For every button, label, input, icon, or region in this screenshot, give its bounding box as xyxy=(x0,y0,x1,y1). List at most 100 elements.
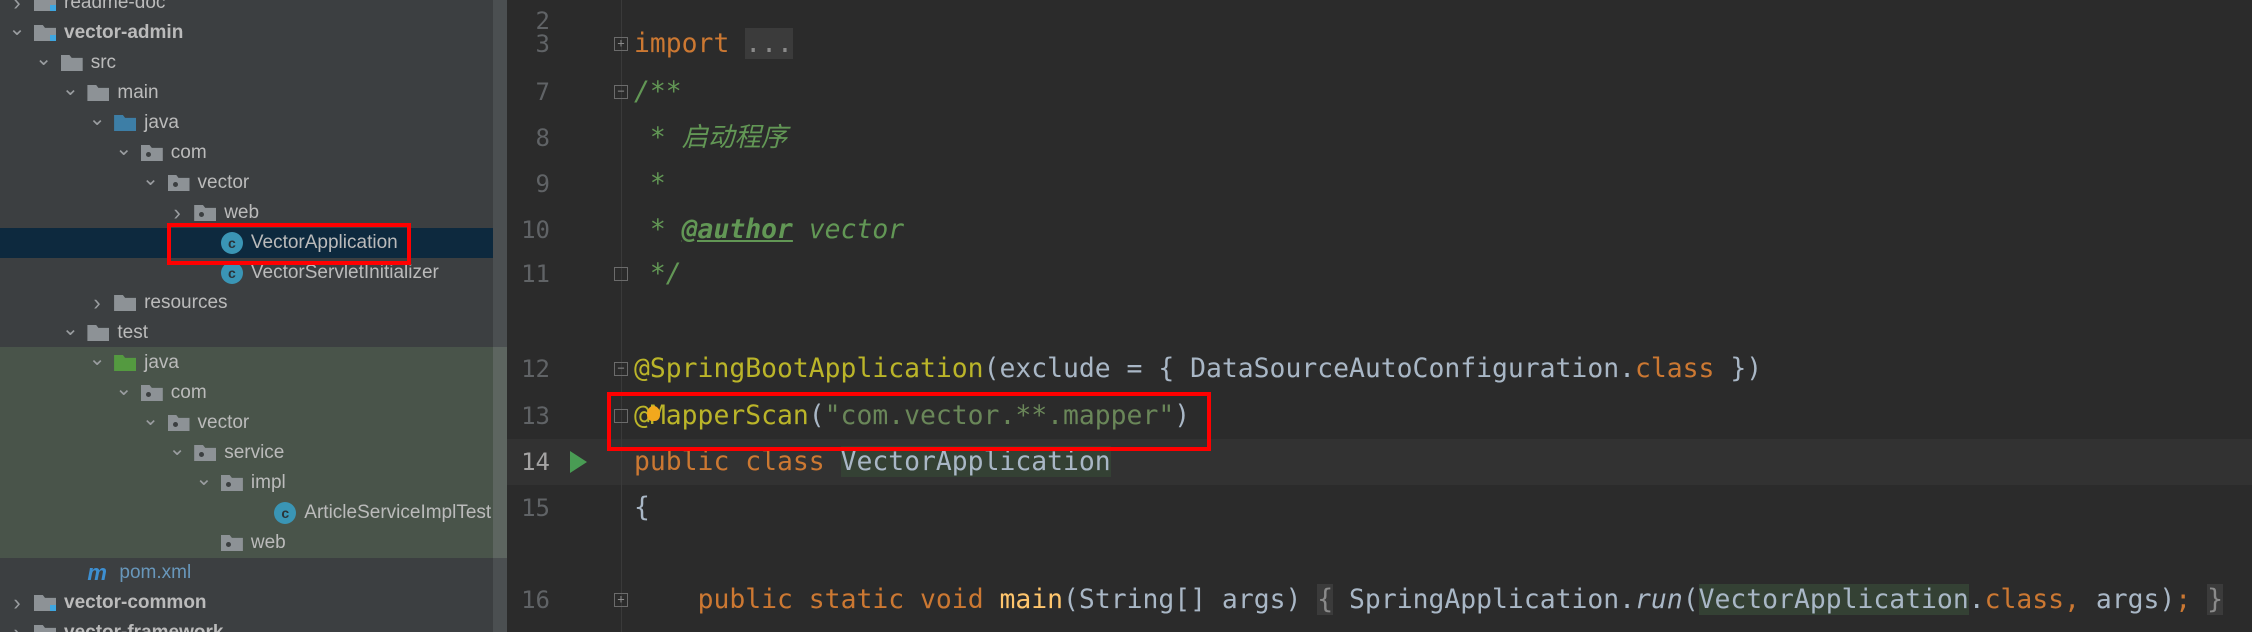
test-class-icon: c xyxy=(274,502,297,524)
code-token: (String[] args) xyxy=(1063,584,1318,615)
tree-item-vector-admin[interactable]: ⌄ vector-admin xyxy=(0,18,493,48)
chevron-right-icon[interactable]: › xyxy=(168,200,186,226)
tree-item-pom-xml[interactable]: m pom.xml xyxy=(0,558,493,588)
scrollbar-thumb[interactable] xyxy=(493,347,507,558)
chevron-down-icon[interactable]: ⌄ xyxy=(8,16,26,41)
chevron-down-icon[interactable]: ⌄ xyxy=(168,436,186,461)
maven-icon: m xyxy=(87,560,107,585)
tree-item-service[interactable]: ⌄ service xyxy=(0,438,493,468)
chevron-down-icon[interactable]: ⌄ xyxy=(35,46,53,71)
code-token: ... xyxy=(745,28,793,59)
tree-item-com[interactable]: ⌄ com xyxy=(0,138,493,168)
fold-minus-icon[interactable]: − xyxy=(614,362,628,376)
code-editor[interactable] xyxy=(507,0,2252,632)
code-token: public xyxy=(634,446,730,477)
code-token: public xyxy=(697,584,793,615)
code-token: VectorApplication xyxy=(840,446,1111,477)
tree-item-label: ArticleServiceImplTest xyxy=(304,502,492,523)
tree-item-vector-framework[interactable]: › vector-framework xyxy=(0,618,493,632)
tree-item-java[interactable]: ⌄ java xyxy=(0,348,493,378)
code-token: /** xyxy=(634,76,682,107)
tree-item-main[interactable]: ⌄ main xyxy=(0,78,493,108)
code-token: ; xyxy=(2175,584,2192,615)
tree-item-web[interactable]: web xyxy=(0,528,493,558)
sidebar-scrollbar[interactable] xyxy=(493,0,507,632)
line-number: 9 xyxy=(535,170,550,198)
code-token: */ xyxy=(634,258,682,289)
code-line[interactable]: /** xyxy=(634,69,682,115)
tree-item-web[interactable]: › web xyxy=(0,198,493,228)
line-number: 11 xyxy=(521,260,550,288)
tree-item-vector-common[interactable]: › vector-common xyxy=(0,588,493,618)
chevron-down-icon[interactable]: ⌄ xyxy=(88,346,106,371)
tree-item-readme-doc[interactable]: › readme-doc xyxy=(0,0,493,18)
code-line[interactable]: @SpringBootApplication(exclude = { DataS… xyxy=(634,346,1762,392)
tree-item-label: vector xyxy=(197,412,250,433)
folder-pkg-icon xyxy=(220,535,243,551)
tree-item-label: vector-framework xyxy=(64,622,223,632)
chevron-down-icon[interactable]: ⌄ xyxy=(115,136,133,161)
code-token: class xyxy=(745,446,825,477)
code-token: static xyxy=(808,584,905,615)
tree-item-vectorservletinitializer[interactable]: c VectorServletInitializer xyxy=(0,258,493,288)
project-tree-panel: › readme-doc ⌄ vector-admin ⌄ src ⌄ main ⌄ java ⌄ c… xyxy=(0,0,507,632)
code-token: * 启动程序 xyxy=(634,122,788,153)
fold-minus-icon[interactable]: − xyxy=(614,85,628,99)
code-token: * xyxy=(634,214,682,245)
fold-end-icon[interactable] xyxy=(614,267,628,281)
tree-item-java[interactable]: ⌄ java xyxy=(0,108,493,138)
tree-item-label: web xyxy=(224,202,260,223)
code-line[interactable]: * 启动程序 xyxy=(634,115,787,161)
code-token: VectorApplication xyxy=(1698,584,1969,615)
chevron-right-icon[interactable]: › xyxy=(88,290,106,316)
lightbulb-intention-icon[interactable] xyxy=(647,406,660,421)
chevron-down-icon[interactable]: ⌄ xyxy=(88,106,106,131)
code-line[interactable]: * xyxy=(634,161,666,207)
chevron-down-icon[interactable]: ⌄ xyxy=(142,166,160,191)
fold-plus-icon[interactable]: + xyxy=(614,593,628,607)
line-number: 13 xyxy=(521,402,550,430)
tree-item-src[interactable]: ⌄ src xyxy=(0,48,493,78)
tree-item-vector[interactable]: ⌄ vector xyxy=(0,408,493,438)
code-token: @SpringBootApplication xyxy=(634,353,984,384)
tree-item-vector[interactable]: ⌄ vector xyxy=(0,168,493,198)
folder-test-icon xyxy=(114,355,137,371)
chevron-down-icon[interactable]: ⌄ xyxy=(115,376,133,401)
run-gutter-icon[interactable] xyxy=(570,451,587,473)
code-line[interactable]: */ xyxy=(634,251,682,297)
tree-item-test[interactable]: ⌄ test xyxy=(0,318,493,348)
code-token: main xyxy=(999,584,1064,615)
code-token: }) xyxy=(1714,353,1763,384)
folder-icon xyxy=(87,85,110,101)
code-line[interactable]: import ... xyxy=(634,21,793,67)
code-line[interactable]: @MapperScan("com.vector.**.mapper") xyxy=(634,393,1190,439)
code-token: SpringApplication. xyxy=(1333,584,1636,615)
tree-item-articleserviceimpltest[interactable]: c ArticleServiceImplTest xyxy=(0,498,493,528)
tree-item-com[interactable]: ⌄ com xyxy=(0,378,493,408)
chevron-down-icon[interactable]: ⌄ xyxy=(61,316,79,341)
code-token: "com.vector.**.mapper" xyxy=(824,400,1175,431)
fold-end-icon[interactable] xyxy=(614,409,628,423)
chevron-right-icon[interactable]: › xyxy=(8,0,26,16)
fold-plus-icon[interactable]: + xyxy=(614,37,628,51)
chevron-down-icon[interactable]: ⌄ xyxy=(142,406,160,431)
code-token: (exclude = { DataSourceAutoConfiguration… xyxy=(983,353,1635,384)
line-number: 3 xyxy=(535,30,550,58)
chevron-right-icon[interactable]: › xyxy=(8,620,26,632)
tree-item-label: service xyxy=(224,442,285,463)
line-number: 8 xyxy=(535,124,550,152)
tree-item-resources[interactable]: › resources xyxy=(0,288,493,318)
spring-boot-class-icon: c xyxy=(220,232,243,254)
tree-item-impl[interactable]: ⌄ impl xyxy=(0,468,493,498)
code-token: , xyxy=(2064,584,2096,615)
tree-item-vectorapplication[interactable]: c VectorApplication xyxy=(0,228,507,258)
code-line[interactable]: * @author vector xyxy=(634,207,904,253)
chevron-right-icon[interactable]: › xyxy=(8,590,26,616)
chevron-down-icon[interactable]: ⌄ xyxy=(61,76,79,101)
code-line[interactable]: public static void main(String[] args) {… xyxy=(634,577,2223,623)
code-line[interactable]: public class VectorApplication xyxy=(634,439,1111,485)
chevron-down-icon[interactable]: ⌄ xyxy=(195,466,213,491)
code-line[interactable]: { xyxy=(634,485,650,531)
